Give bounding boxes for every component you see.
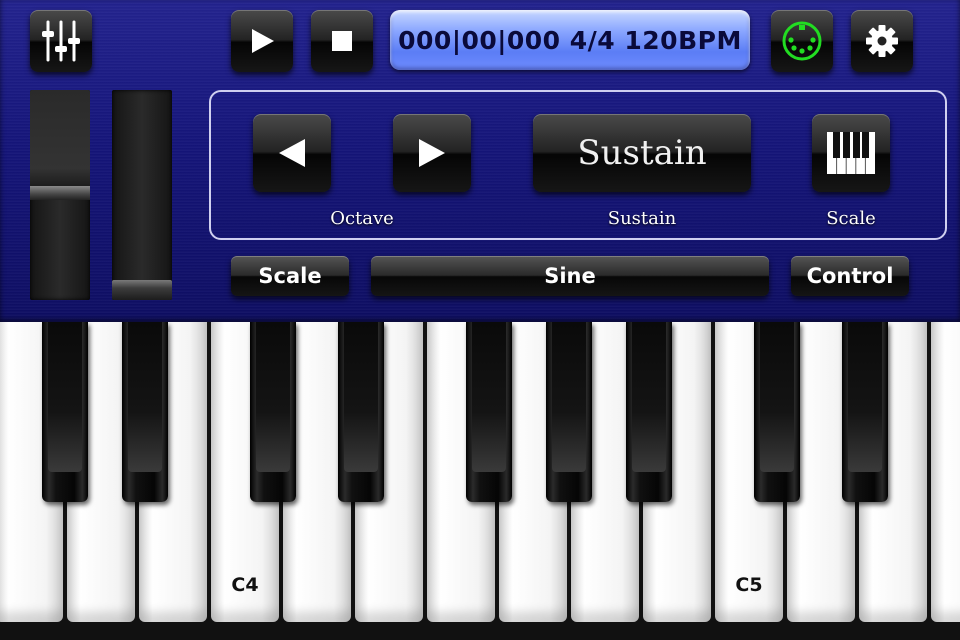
black-key-shine: [472, 322, 506, 472]
arrow-right-icon: [415, 136, 449, 170]
octave-down-button[interactable]: [253, 114, 331, 192]
play-button[interactable]: [231, 10, 293, 72]
black-key[interactable]: [754, 322, 800, 502]
gear-icon: [865, 24, 899, 58]
control-button[interactable]: Control: [791, 256, 909, 296]
volume-slider[interactable]: [30, 90, 90, 300]
scale-label: Scale: [826, 208, 876, 229]
black-key[interactable]: [842, 322, 888, 502]
control-panel: 000|00|000 4/4 120BPM Octave Sustain Sus…: [0, 0, 960, 322]
black-key[interactable]: [338, 322, 384, 502]
stop-icon: [331, 30, 353, 52]
sound-select-button[interactable]: Sine: [371, 256, 769, 296]
black-key-shine: [552, 322, 586, 472]
octave-label: Octave: [330, 208, 394, 229]
play-icon: [247, 26, 277, 56]
black-key[interactable]: [122, 322, 168, 502]
black-key[interactable]: [42, 322, 88, 502]
black-key[interactable]: [626, 322, 672, 502]
black-key-shine: [344, 322, 378, 472]
black-key[interactable]: [546, 322, 592, 502]
pitch-slider[interactable]: [112, 90, 172, 300]
sustain-label: Sustain: [607, 208, 677, 229]
control-button-text: Control: [806, 264, 894, 288]
key-label: C4: [231, 574, 259, 596]
settings-button[interactable]: [851, 10, 913, 72]
mixer-sliders-icon: [38, 18, 84, 64]
piano-keyboard[interactable]: C4 C5: [0, 322, 960, 640]
scale-keys-button[interactable]: [812, 114, 890, 192]
scale-button[interactable]: Scale: [231, 256, 349, 296]
sustain-button-text: Sustain: [577, 133, 707, 173]
sustain-button[interactable]: Sustain: [533, 114, 751, 192]
midi-button[interactable]: [771, 10, 833, 72]
volume-slider-handle[interactable]: [30, 186, 90, 200]
position-display: 000|00|000 4/4 120BPM: [390, 10, 750, 70]
black-key-shine: [760, 322, 794, 472]
black-key-shine: [632, 322, 666, 472]
black-key-shine: [256, 322, 290, 472]
white-key[interactable]: [931, 322, 960, 622]
midi-connector-icon: [780, 19, 824, 63]
black-key[interactable]: [466, 322, 512, 502]
arrow-left-icon: [275, 136, 309, 170]
black-key-shine: [48, 322, 82, 472]
pitch-slider-thumb[interactable]: [112, 280, 172, 300]
position-display-text: 000|00|000 4/4 120BPM: [398, 25, 742, 55]
stop-button[interactable]: [311, 10, 373, 72]
piano-keys-icon: [825, 130, 877, 176]
key-label: C5: [735, 574, 763, 596]
octave-up-button[interactable]: [393, 114, 471, 192]
black-key-shine: [848, 322, 882, 472]
black-key[interactable]: [250, 322, 296, 502]
mixer-button[interactable]: [30, 10, 92, 72]
volume-slider-thumb[interactable]: [30, 90, 90, 188]
black-key-shine: [128, 322, 162, 472]
scale-button-text: Scale: [258, 264, 322, 288]
sound-select-text: Sine: [544, 264, 596, 288]
